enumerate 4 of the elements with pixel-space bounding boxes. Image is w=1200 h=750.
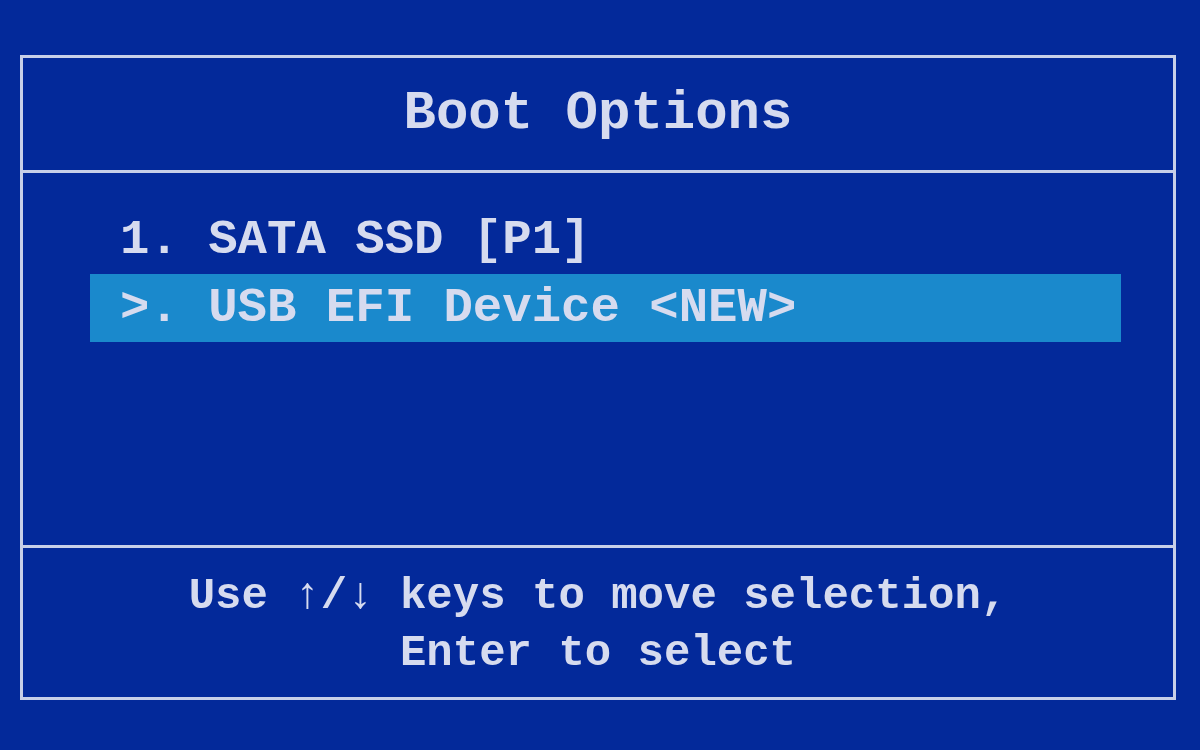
boot-entry[interactable]: 1. SATA SSD [P1] [90,206,1121,274]
screen-title: Boot Options [403,82,793,146]
hint-line: Enter to select [399,627,797,680]
hint-line: Use ↑/↓ keys to move selection, [188,570,1008,623]
